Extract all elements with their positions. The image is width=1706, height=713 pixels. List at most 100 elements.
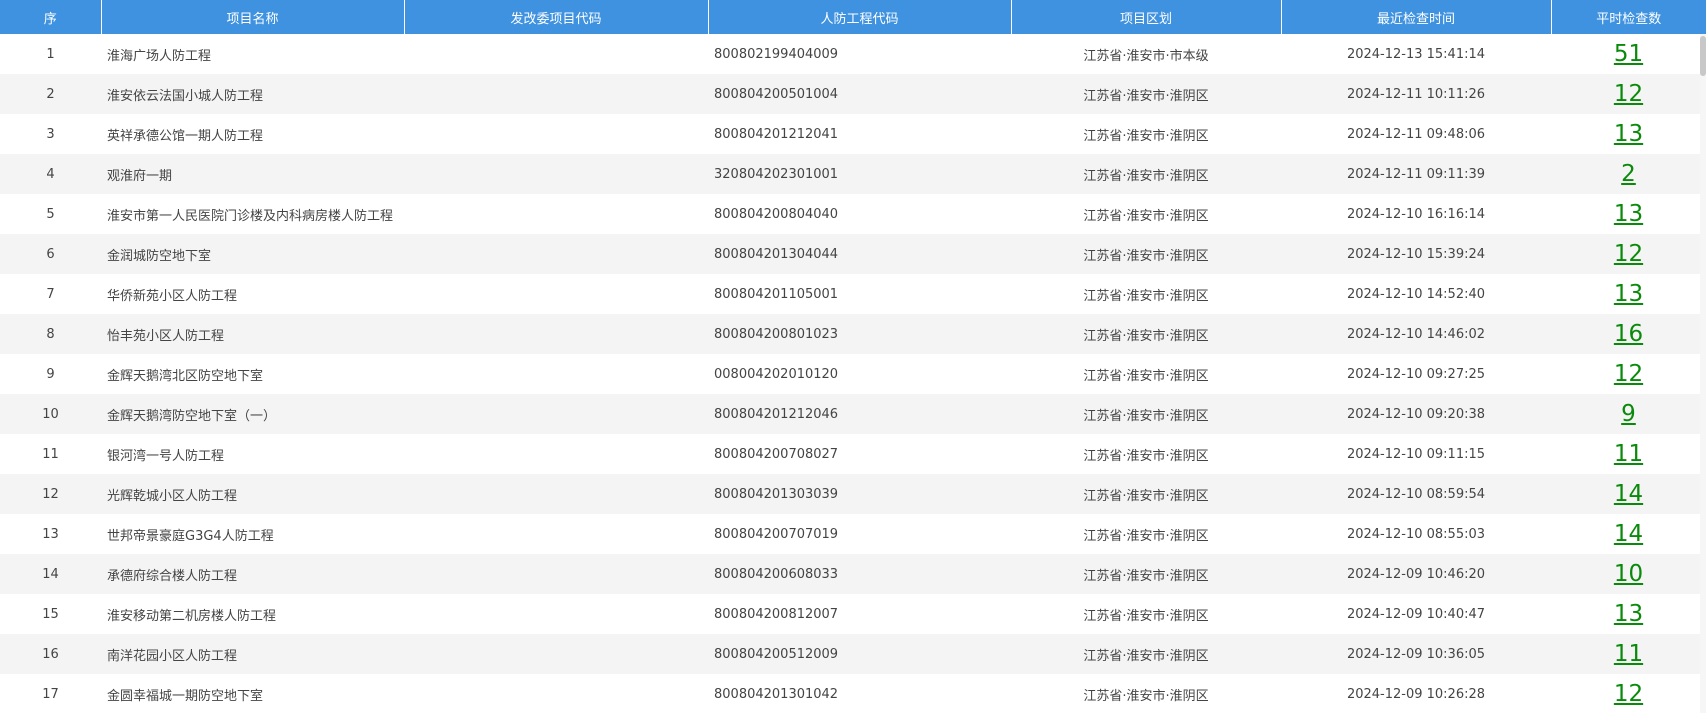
project-name-cell: 英祥承德公馆一期人防工程 xyxy=(107,128,264,144)
column-header-inspection-count[interactable]: 平时检查数 xyxy=(1551,0,1706,34)
table-row[interactable]: 1 淮海广场人防工程 800802199404009 江苏省·淮安市·市本级 2024-… xyxy=(0,34,1706,74)
inspection-count-link[interactable]: 12 xyxy=(1614,681,1643,707)
table-row[interactable]: 9 金辉天鹅湾北区防空地下室 008004202010120 江苏省·淮安市·淮阴区 2… xyxy=(0,354,1706,394)
inspection-count-cell: 9 xyxy=(1551,394,1706,434)
column-header-last-inspection-time[interactable]: 最近检查时间 xyxy=(1281,0,1552,34)
civil-defense-code-cell: 800804200801023 xyxy=(714,326,839,342)
table-row[interactable]: 4 观淮府一期 320804202301001 江苏省·淮安市·淮阴区 2024-12-… xyxy=(0,154,1706,194)
column-header-index[interactable]: 序 xyxy=(0,0,102,34)
civil-defense-code-cell: 800804201212041 xyxy=(714,126,839,142)
header-row: 序 项目名称 发改委项目代码 人防工程代码 项目区划 最近检查时间 平时检查数 xyxy=(0,0,1706,34)
table-row[interactable]: 6 金润城防空地下室 800804201304044 江苏省·淮安市·淮阴区 2024-… xyxy=(0,234,1706,274)
inspection-count-cell: 11 xyxy=(1551,634,1706,674)
inspection-count-cell: 10 xyxy=(1551,554,1706,594)
inspection-count-link[interactable]: 13 xyxy=(1614,121,1643,147)
ndrc-code-cell xyxy=(404,674,708,713)
last-inspection-time-cell: 2024-12-10 14:46:02 xyxy=(1346,326,1486,342)
row-index-cell: 6 xyxy=(46,246,55,262)
last-inspection-time-cell: 2024-12-10 09:27:25 xyxy=(1346,366,1486,382)
scrollbar-thumb[interactable] xyxy=(1700,36,1706,76)
inspection-count-link[interactable]: 9 xyxy=(1621,401,1636,427)
table-row[interactable]: 5 淮安市第一人民医院门诊楼及内科病房楼人防工程 800804200804040 江苏… xyxy=(0,194,1706,234)
row-index-cell: 7 xyxy=(46,286,55,302)
ndrc-code-cell xyxy=(404,634,708,674)
ndrc-code-cell xyxy=(404,474,708,514)
table-row[interactable]: 14 承德府综合楼人防工程 800804200608033 江苏省·淮安市·淮阴区 20… xyxy=(0,554,1706,594)
inspection-count-cell: 14 xyxy=(1551,514,1706,554)
ndrc-code-cell xyxy=(404,114,708,154)
civil-defense-code-cell: 800804200804040 xyxy=(714,206,839,222)
table-row[interactable]: 2 淮安依云法国小城人防工程 800804200501004 江苏省·淮安市·淮阴区 2… xyxy=(0,74,1706,114)
table-header: 序 项目名称 发改委项目代码 人防工程代码 项目区划 最近检查时间 平时检查数 xyxy=(0,0,1706,34)
inspection-count-link[interactable]: 2 xyxy=(1621,161,1636,187)
region-cell: 江苏省·淮安市·淮阴区 xyxy=(1083,288,1209,304)
row-index-cell: 3 xyxy=(46,126,55,142)
table-row[interactable]: 16 南洋花园小区人防工程 800804200512009 江苏省·淮安市·淮阴区 20… xyxy=(0,634,1706,674)
table-row[interactable]: 12 光辉乾城小区人防工程 800804201303039 江苏省·淮安市·淮阴区 20… xyxy=(0,474,1706,514)
project-name-cell: 南洋花园小区人防工程 xyxy=(107,648,238,664)
region-cell: 江苏省·淮安市·淮阴区 xyxy=(1083,528,1209,544)
row-index-cell: 14 xyxy=(42,566,59,582)
inspection-count-link[interactable]: 12 xyxy=(1614,81,1643,107)
table-row[interactable]: 13 世邦帝景豪庭G3G4人防工程 800804200707019 江苏省·淮安市·淮… xyxy=(0,514,1706,554)
region-cell: 江苏省·淮安市·淮阴区 xyxy=(1083,128,1209,144)
column-header-project-name[interactable]: 项目名称 xyxy=(101,0,405,34)
column-header-region[interactable]: 项目区划 xyxy=(1011,0,1282,34)
inspection-count-cell: 13 xyxy=(1551,274,1706,314)
table-row[interactable]: 11 银河湾一号人防工程 800804200708027 江苏省·淮安市·淮阴区 202… xyxy=(0,434,1706,474)
project-name-cell: 淮海广场人防工程 xyxy=(107,48,212,64)
last-inspection-time-cell: 2024-12-11 09:11:39 xyxy=(1346,166,1486,182)
project-name-cell: 光辉乾城小区人防工程 xyxy=(107,488,238,504)
civil-defense-code-cell: 320804202301001 xyxy=(714,166,839,182)
ndrc-code-cell xyxy=(404,194,708,234)
ndrc-code-cell xyxy=(404,314,708,354)
civil-defense-code-cell: 800804201303039 xyxy=(714,486,839,502)
inspection-count-link[interactable]: 13 xyxy=(1614,201,1643,227)
row-index-cell: 8 xyxy=(46,326,55,342)
row-index-cell: 4 xyxy=(46,166,55,182)
table-row[interactable]: 3 英祥承德公馆一期人防工程 800804201212041 江苏省·淮安市·淮阴区 2… xyxy=(0,114,1706,154)
inspection-count-cell: 12 xyxy=(1551,234,1706,274)
column-header-civil-defense-code[interactable]: 人防工程代码 xyxy=(708,0,1012,34)
ndrc-code-cell xyxy=(404,274,708,314)
project-name-cell: 金辉天鹅湾防空地下室（一） xyxy=(107,408,277,424)
project-name-cell: 怡丰苑小区人防工程 xyxy=(107,328,225,344)
inspection-count-cell: 13 xyxy=(1551,194,1706,234)
ndrc-code-cell xyxy=(404,514,708,554)
inspection-count-link[interactable]: 12 xyxy=(1614,361,1643,387)
region-cell: 江苏省·淮安市·淮阴区 xyxy=(1083,328,1209,344)
inspection-count-link[interactable]: 11 xyxy=(1614,441,1643,467)
inspection-count-link[interactable]: 14 xyxy=(1614,521,1643,547)
table-row[interactable]: 15 淮安移动第二机房楼人防工程 800804200812007 江苏省·淮安市·淮阴… xyxy=(0,594,1706,634)
last-inspection-time-cell: 2024-12-09 10:36:05 xyxy=(1346,646,1486,662)
table-row[interactable]: 8 怡丰苑小区人防工程 800804200801023 江苏省·淮安市·淮阴区 2024… xyxy=(0,314,1706,354)
table-row[interactable]: 17 金圆幸福城一期防空地下室 800804201301042 江苏省·淮安市·淮阴区… xyxy=(0,674,1706,713)
inspection-count-link[interactable]: 13 xyxy=(1614,601,1643,627)
civil-defense-code-cell: 800804200812007 xyxy=(714,606,839,622)
inspection-count-link[interactable]: 16 xyxy=(1614,321,1643,347)
inspection-count-link[interactable]: 14 xyxy=(1614,481,1643,507)
inspection-count-link[interactable]: 13 xyxy=(1614,281,1643,307)
last-inspection-time-cell: 2024-12-09 10:46:20 xyxy=(1346,566,1486,582)
ndrc-code-cell xyxy=(404,154,708,194)
column-header-ndrc-code[interactable]: 发改委项目代码 xyxy=(404,0,709,34)
project-name-cell: 金润城防空地下室 xyxy=(107,248,212,264)
table-row[interactable]: 10 金辉天鹅湾防空地下室（一） 800804201212046 江苏省·淮安市·淮阴… xyxy=(0,394,1706,434)
row-index-cell: 16 xyxy=(42,646,59,662)
region-cell: 江苏省·淮安市·淮阴区 xyxy=(1083,248,1209,264)
civil-defense-code-cell: 800804200708027 xyxy=(714,446,839,462)
inspection-count-link[interactable]: 10 xyxy=(1614,561,1643,587)
last-inspection-time-cell: 2024-12-10 09:11:15 xyxy=(1346,446,1486,462)
region-cell: 江苏省·淮安市·淮阴区 xyxy=(1083,448,1209,464)
last-inspection-time-cell: 2024-12-10 15:39:24 xyxy=(1346,246,1486,262)
region-cell: 江苏省·淮安市·市本级 xyxy=(1083,48,1209,64)
inspection-count-cell: 13 xyxy=(1551,114,1706,154)
row-index-cell: 12 xyxy=(42,486,59,502)
vertical-scrollbar[interactable] xyxy=(1700,34,1706,713)
inspection-count-link[interactable]: 51 xyxy=(1614,41,1643,67)
project-name-cell: 承德府综合楼人防工程 xyxy=(107,568,238,584)
inspection-count-link[interactable]: 11 xyxy=(1614,641,1643,667)
inspection-count-cell: 2 xyxy=(1551,154,1706,194)
inspection-count-link[interactable]: 12 xyxy=(1614,241,1643,267)
table-row[interactable]: 7 华侨新苑小区人防工程 800804201105001 江苏省·淮安市·淮阴区 202… xyxy=(0,274,1706,314)
